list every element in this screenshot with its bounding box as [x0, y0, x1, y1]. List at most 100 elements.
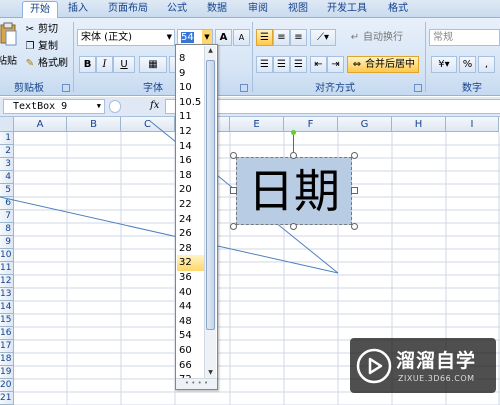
- tab-insert[interactable]: 插入: [62, 1, 94, 18]
- tab-data[interactable]: 数据: [202, 1, 232, 18]
- align-right-button[interactable]: ☰: [290, 56, 307, 73]
- align-bottom-button[interactable]: ≡: [290, 29, 307, 46]
- tab-page-layout[interactable]: 页面布局: [104, 1, 152, 18]
- merge-center-label: 合并后居中: [365, 58, 415, 70]
- ribbon: 粘贴 ✂ 剪切 ❐ 复制 ✎ 格式刷 剪贴板 宋体 (正文) ▼ 54 ▼ A …: [0, 18, 500, 96]
- font-size-option[interactable]: 16: [177, 153, 204, 168]
- paste-icon: [0, 22, 17, 46]
- underline-button[interactable]: U: [113, 56, 135, 73]
- bold-button[interactable]: B: [79, 56, 96, 73]
- currency-icon: ¥▾: [438, 59, 450, 70]
- font-size-option[interactable]: 11: [177, 109, 204, 124]
- font-size-option[interactable]: 36: [177, 270, 204, 285]
- copy-button[interactable]: ❐ 复制: [24, 39, 58, 55]
- resize-handle[interactable]: [290, 152, 297, 159]
- alignment-group-label: 对齐方式: [315, 83, 355, 94]
- tab-view[interactable]: 视图: [283, 1, 313, 18]
- orientation-button[interactable]: ⟋▾: [310, 29, 336, 46]
- tab-home[interactable]: 开始: [22, 1, 58, 18]
- font-size-option[interactable]: 40: [177, 285, 204, 300]
- resize-handle[interactable]: [230, 223, 237, 230]
- font-name-select[interactable]: 宋体 (正文) ▼: [77, 29, 175, 46]
- font-size-option[interactable]: 10.5: [177, 95, 204, 110]
- cut-button[interactable]: ✂ 剪切: [24, 22, 58, 38]
- paste-label: 粘贴: [0, 56, 17, 67]
- format-painter-button[interactable]: ✎ 格式刷: [24, 56, 68, 72]
- increase-indent-button[interactable]: ⇥: [327, 56, 344, 73]
- font-size-option[interactable]: 24: [177, 212, 204, 227]
- resize-handle[interactable]: [351, 187, 358, 194]
- resize-handle[interactable]: [290, 223, 297, 230]
- currency-button[interactable]: ¥▾: [431, 56, 457, 73]
- italic-button[interactable]: I: [96, 56, 113, 73]
- chevron-up-icon[interactable]: ▲: [205, 46, 216, 56]
- watermark-url: ZIXUE.3D66.COM: [398, 374, 475, 383]
- number-format-select[interactable]: 常规: [429, 29, 500, 46]
- font-size-option[interactable]: 10: [177, 80, 204, 95]
- font-size-option[interactable]: 20: [177, 182, 204, 197]
- wrap-text-button[interactable]: ↵ 自动换行: [349, 30, 403, 46]
- wrap-text-label: 自动换行: [363, 32, 403, 43]
- grow-font-label: A: [219, 32, 228, 43]
- font-size-option[interactable]: 54: [177, 328, 204, 343]
- alignment-launcher-icon[interactable]: [414, 84, 422, 92]
- tab-formulas[interactable]: 公式: [162, 1, 192, 18]
- align-left-icon: ☰: [260, 59, 269, 70]
- font-size-option[interactable]: 44: [177, 299, 204, 314]
- font-size-option[interactable]: 66: [177, 358, 204, 373]
- chevron-down-icon[interactable]: ▼: [205, 368, 216, 378]
- font-size-option[interactable]: 60: [177, 343, 204, 358]
- scissors-icon: ✂: [25, 24, 35, 35]
- tab-label: 格式: [388, 3, 408, 14]
- percent-button[interactable]: %: [459, 56, 476, 73]
- resize-handle[interactable]: [230, 187, 237, 194]
- tab-review[interactable]: 审阅: [243, 1, 273, 18]
- play-logo-icon: [356, 348, 392, 384]
- borders-button[interactable]: ▦: [139, 56, 167, 73]
- merge-center-button[interactable]: ⇔ 合并后居中: [347, 56, 419, 73]
- tab-label: 视图: [288, 3, 308, 14]
- dropdown-resize-grip[interactable]: • • • •: [176, 378, 217, 389]
- align-center-button[interactable]: ☰: [273, 56, 290, 73]
- font-size-option[interactable]: 14: [177, 139, 204, 154]
- name-box[interactable]: TextBox 9 ▼: [3, 99, 105, 114]
- insert-function-button[interactable]: fx: [150, 100, 159, 111]
- formula-bar: TextBox 9 ▼ fx: [0, 97, 500, 117]
- name-box-value: TextBox 9: [13, 101, 68, 112]
- font-size-option[interactable]: 48: [177, 314, 204, 329]
- dropdown-scrollbar[interactable]: ▲ ▼: [204, 46, 216, 378]
- decrease-indent-button[interactable]: ⇤: [310, 56, 327, 73]
- font-size-option[interactable]: 22: [177, 197, 204, 212]
- font-size-option[interactable]: 9: [177, 66, 204, 81]
- scrollbar-thumb[interactable]: [206, 60, 215, 330]
- tab-label: 页面布局: [108, 3, 148, 14]
- align-middle-icon: ≡: [277, 32, 286, 43]
- align-right-icon: ☰: [294, 59, 303, 70]
- watermark: 溜溜自学 ZIXUE.3D66.COM: [350, 338, 496, 393]
- bold-label: B: [83, 59, 92, 70]
- font-size-option[interactable]: 18: [177, 168, 204, 183]
- font-launcher-icon[interactable]: [240, 84, 248, 92]
- resize-handle[interactable]: [351, 223, 358, 230]
- brush-icon: ✎: [25, 58, 35, 69]
- shrink-font-button[interactable]: A: [233, 29, 250, 46]
- tab-format[interactable]: 格式: [383, 1, 413, 18]
- wrap-text-icon: ↵: [350, 32, 360, 43]
- formula-bar-handle[interactable]: [109, 100, 121, 113]
- font-size-option[interactable]: 32: [177, 255, 204, 271]
- clipboard-launcher-icon[interactable]: [62, 84, 70, 92]
- font-size-option[interactable]: 8: [177, 51, 204, 66]
- textbox[interactable]: 日期: [230, 152, 358, 230]
- paste-button[interactable]: 粘贴: [0, 20, 20, 78]
- comma-button[interactable]: ,: [478, 56, 495, 73]
- font-size-option[interactable]: 26: [177, 226, 204, 241]
- tab-developer[interactable]: 开发工具: [323, 1, 371, 18]
- align-top-button[interactable]: ☰: [256, 29, 273, 46]
- resize-handle[interactable]: [351, 152, 358, 159]
- align-left-button[interactable]: ☰: [256, 56, 273, 73]
- align-middle-button[interactable]: ≡: [273, 29, 290, 46]
- font-size-option[interactable]: 28: [177, 241, 204, 256]
- resize-handle[interactable]: [230, 152, 237, 159]
- font-size-option[interactable]: 12: [177, 124, 204, 139]
- align-center-icon: ☰: [277, 59, 286, 70]
